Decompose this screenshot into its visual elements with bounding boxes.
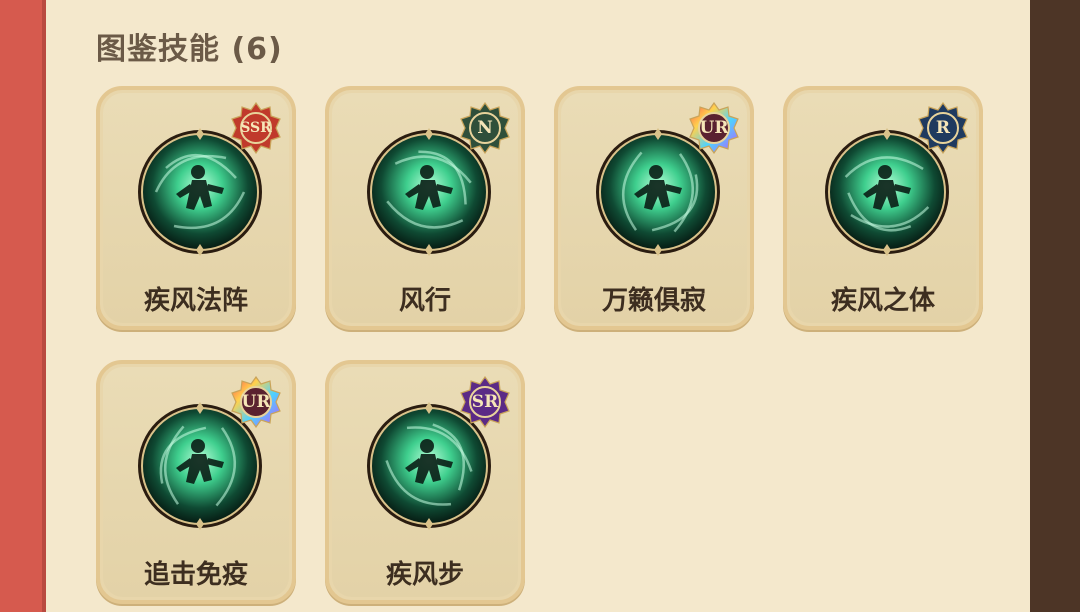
rarity-badge: R (917, 101, 969, 155)
skill-card[interactable]: R 疾风之体 (783, 86, 983, 330)
skill-name: 疾风之体 (830, 286, 935, 316)
skill-card[interactable]: N 风行 (325, 86, 525, 330)
rarity-label: R (935, 118, 951, 138)
rarity-label: UR (699, 118, 729, 138)
rarity-badge: UR (230, 375, 282, 429)
rarity-label: N (477, 118, 493, 138)
rarity-badge: UR (688, 101, 740, 155)
rarity-label: SR (471, 392, 499, 412)
skill-card[interactable]: UR 追击免疫 (96, 360, 296, 604)
skill-name: 风行 (398, 286, 451, 316)
rarity-label: UR (241, 392, 271, 412)
left-frame-border (0, 0, 46, 612)
rarity-label: SSR (240, 120, 272, 136)
right-frame-border (1030, 0, 1080, 612)
skill-card[interactable]: UR 万籁俱寂 (554, 86, 754, 330)
rarity-badge: SR (459, 375, 511, 429)
skill-card[interactable]: SSR 疾风法阵 (96, 86, 296, 330)
skill-card[interactable]: SR 疾风步 (325, 360, 525, 604)
skill-name: 疾风步 (385, 560, 464, 590)
skill-name: 万籁俱寂 (601, 286, 706, 316)
rarity-badge: SSR (230, 101, 282, 155)
section-title: 图鉴技能 (6) (96, 32, 283, 67)
rarity-badge: N (459, 101, 511, 155)
skill-name: 疾风法阵 (143, 286, 248, 316)
skill-name: 追击免疫 (143, 560, 248, 590)
